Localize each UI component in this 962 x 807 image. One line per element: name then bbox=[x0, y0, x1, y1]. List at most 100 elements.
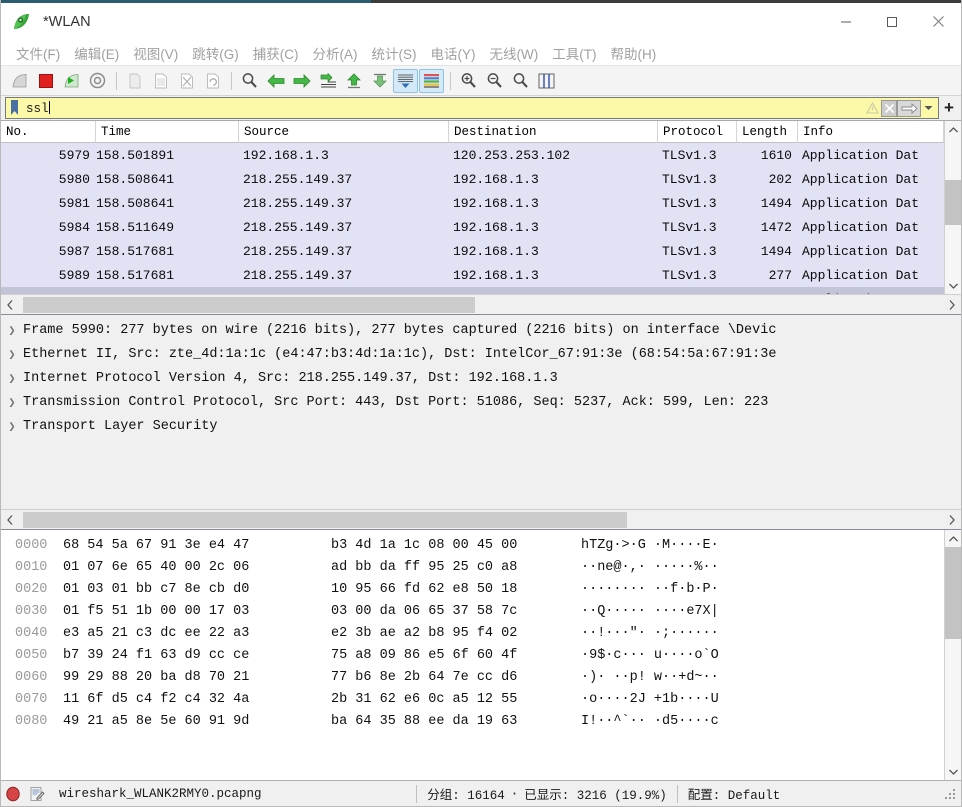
zoom-reset-icon[interactable] bbox=[508, 69, 533, 93]
packet-detail-horizontal-scrollbar[interactable] bbox=[1, 509, 961, 529]
row-marker bbox=[1, 239, 13, 263]
table-row[interactable]: 5980 158.508641 218.255.149.37 192.168.1… bbox=[1, 167, 944, 191]
zoom-in-icon[interactable] bbox=[456, 69, 481, 93]
maximize-icon[interactable] bbox=[869, 3, 915, 40]
scroll-up-icon[interactable] bbox=[945, 530, 962, 547]
menu-item-file[interactable]: 文件(F) bbox=[9, 41, 67, 65]
table-row[interactable]: 5984 158.511649 218.255.149.37 192.168.1… bbox=[1, 215, 944, 239]
restart-capture-icon[interactable] bbox=[59, 69, 84, 93]
cell-no: 5979 bbox=[58, 147, 90, 163]
scroll-track[interactable] bbox=[19, 296, 943, 313]
column-header-no[interactable]: No. bbox=[1, 121, 96, 143]
column-header-time[interactable]: Time bbox=[96, 121, 239, 143]
detail-row-ethernet[interactable]: ❯ Ethernet II, Src: zte_4d:1a:1c (e4:47:… bbox=[1, 342, 961, 366]
display-filter-input[interactable]: ssl bbox=[5, 97, 939, 119]
detail-row-ipv4[interactable]: ❯ Internet Protocol Version 4, Src: 218.… bbox=[1, 366, 961, 390]
cell-protocol: TLSv1.3 bbox=[662, 171, 717, 187]
scroll-left-icon[interactable] bbox=[1, 295, 19, 315]
chevron-right-icon[interactable]: ❯ bbox=[1, 323, 23, 338]
scroll-down-icon[interactable] bbox=[945, 277, 962, 294]
minimize-icon[interactable] bbox=[823, 3, 869, 40]
scroll-thumb[interactable] bbox=[944, 180, 961, 225]
colorize-packets-icon[interactable] bbox=[419, 68, 444, 93]
auto-scroll-icon[interactable] bbox=[393, 68, 418, 93]
menu-item-statistics[interactable]: 统计(S) bbox=[365, 41, 424, 65]
resize-grip-icon[interactable] bbox=[943, 787, 957, 801]
menu-item-help[interactable]: 帮助(H) bbox=[603, 41, 663, 65]
add-filter-button[interactable]: + bbox=[939, 97, 959, 119]
stop-capture-icon[interactable] bbox=[33, 69, 58, 93]
cell-source: 192.168.1.3 bbox=[243, 147, 329, 163]
hex-row[interactable]: 0020 01 03 01 bb c7 8e cb d0 10 95 66 fd… bbox=[1, 578, 944, 600]
packet-list-vertical-scrollbar[interactable] bbox=[944, 121, 961, 294]
go-back-icon[interactable] bbox=[263, 69, 288, 93]
menu-item-analyze[interactable]: 分析(A) bbox=[306, 41, 365, 65]
scroll-thumb[interactable] bbox=[23, 296, 475, 313]
table-row[interactable]: 5987 158.517681 218.255.149.37 192.168.1… bbox=[1, 239, 944, 263]
apply-filter-arrow-icon[interactable] bbox=[897, 99, 921, 117]
menu-item-telephony[interactable]: 电话(Y) bbox=[424, 41, 483, 65]
resize-columns-icon[interactable] bbox=[534, 69, 559, 93]
clear-filter-icon[interactable] bbox=[881, 99, 897, 117]
packet-list-main: No. Time Source Destination Protocol Len… bbox=[1, 121, 944, 294]
menu-item-edit[interactable]: 编辑(E) bbox=[67, 41, 126, 65]
menu-item-capture[interactable]: 捕获(C) bbox=[246, 41, 306, 65]
hex-row[interactable]: 0030 01 f5 51 1b 00 00 17 03 03 00 da 06… bbox=[1, 600, 944, 622]
find-packet-icon[interactable] bbox=[237, 69, 262, 93]
chevron-right-icon[interactable]: ❯ bbox=[1, 419, 23, 434]
go-to-first-packet-icon[interactable] bbox=[341, 69, 366, 93]
menu-item-wireless[interactable]: 无线(W) bbox=[483, 41, 546, 65]
capture-status-red-icon[interactable] bbox=[1, 783, 25, 805]
scroll-right-icon[interactable] bbox=[943, 510, 961, 530]
scroll-thumb[interactable] bbox=[944, 547, 961, 639]
column-header-info[interactable]: Info bbox=[798, 121, 944, 143]
column-header-source[interactable]: Source bbox=[239, 121, 449, 143]
close-icon[interactable] bbox=[915, 3, 961, 40]
chevron-down-icon[interactable] bbox=[921, 100, 936, 117]
hex-bytes-left: 01 03 01 bb c7 8e cb d0 bbox=[63, 581, 250, 597]
scroll-track[interactable] bbox=[19, 511, 943, 528]
hex-row[interactable]: 0060 99 29 88 20 ba d8 70 21 77 b6 8e 2b… bbox=[1, 666, 944, 688]
scroll-track[interactable] bbox=[944, 547, 961, 763]
scroll-track[interactable] bbox=[944, 138, 961, 277]
bookmark-icon[interactable] bbox=[6, 98, 22, 118]
scroll-up-icon[interactable] bbox=[945, 121, 962, 138]
hex-dump-vertical-scrollbar[interactable] bbox=[944, 530, 961, 780]
detail-row-tcp[interactable]: ❯ Transmission Control Protocol, Src Por… bbox=[1, 390, 961, 414]
scroll-thumb[interactable] bbox=[23, 511, 627, 528]
table-row-selected[interactable]: 5990 158.517681 218.255.149.37 192.168.1… bbox=[1, 287, 944, 294]
go-to-last-packet-icon[interactable] bbox=[367, 69, 392, 93]
hex-row[interactable]: 0040 e3 a5 21 c3 dc ee 22 a3 e2 3b ae a2… bbox=[1, 622, 944, 644]
packet-list-horizontal-scrollbar[interactable] bbox=[1, 294, 961, 314]
scroll-right-icon[interactable] bbox=[943, 295, 961, 315]
detail-row-frame[interactable]: ❯ Frame 5990: 277 bytes on wire (2216 bi… bbox=[1, 318, 961, 342]
hex-row[interactable]: 0080 49 21 a5 8e 5e 60 91 9d ba 64 35 88… bbox=[1, 710, 944, 732]
hex-row[interactable]: 0050 b7 39 24 f1 63 d9 cc ce 75 a8 09 86… bbox=[1, 644, 944, 666]
chevron-right-icon[interactable]: ❯ bbox=[1, 371, 23, 386]
table-row[interactable]: 5989 158.517681 218.255.149.37 192.168.1… bbox=[1, 263, 944, 287]
menu-item-tools[interactable]: 工具(T) bbox=[545, 41, 603, 65]
menu-item-go[interactable]: 跳转(G) bbox=[185, 41, 246, 65]
hex-row[interactable]: 0000 68 54 5a 67 91 3e e4 47 b3 4d 1a 1c… bbox=[1, 534, 944, 556]
start-capture-icon[interactable] bbox=[7, 69, 32, 93]
scroll-down-icon[interactable] bbox=[945, 763, 962, 780]
column-header-length[interactable]: Length bbox=[737, 121, 798, 143]
chevron-right-icon[interactable]: ❯ bbox=[1, 395, 23, 410]
go-to-packet-icon[interactable] bbox=[315, 69, 340, 93]
cell-length: 202 bbox=[768, 171, 792, 187]
capture-options-icon[interactable] bbox=[85, 69, 110, 93]
scroll-left-icon[interactable] bbox=[1, 510, 19, 530]
go-forward-icon[interactable] bbox=[289, 69, 314, 93]
detail-row-tls[interactable]: ❯ Transport Layer Security bbox=[1, 414, 961, 438]
table-row[interactable]: 5979 158.501891 192.168.1.3 120.253.253.… bbox=[1, 143, 944, 167]
chevron-right-icon[interactable]: ❯ bbox=[1, 347, 23, 362]
column-header-protocol[interactable]: Protocol bbox=[658, 121, 737, 143]
zoom-out-icon[interactable] bbox=[482, 69, 507, 93]
menu-item-view[interactable]: 视图(V) bbox=[126, 41, 185, 65]
hex-row[interactable]: 0070 11 6f d5 c4 f2 c4 32 4a 2b 31 62 e6… bbox=[1, 688, 944, 710]
table-row[interactable]: 5981 158.508641 218.255.149.37 192.168.1… bbox=[1, 191, 944, 215]
column-header-destination[interactable]: Destination bbox=[449, 121, 658, 143]
capture-file-properties-icon[interactable] bbox=[25, 783, 49, 805]
hex-row[interactable]: 0010 01 07 6e 65 40 00 2c 06 ad bb da ff… bbox=[1, 556, 944, 578]
display-filter-value-wrap[interactable]: ssl bbox=[22, 100, 864, 116]
